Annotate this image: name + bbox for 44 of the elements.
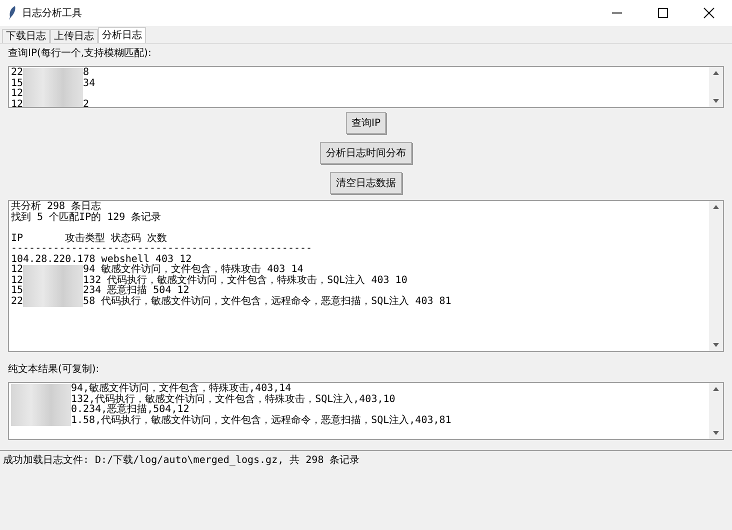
text-line: 12 (11, 100, 24, 107)
field-label: 纯文本结果(可复制): (7, 362, 100, 377)
action-button[interactable]: 分析日志时间分布 (320, 142, 412, 164)
action-button[interactable]: 查询IP (346, 112, 386, 134)
text-line: 12 (11, 265, 24, 276)
feather-icon (8, 6, 16, 20)
text-line: 132 代码执行，敏感文件访问，文件包含，特殊攻击，SQL注入 403 10 (83, 276, 408, 286)
text-line: 58 代码执行，敏感文件访问，文件包含，远程命令，恶意扫描，SQL注入 403 81 (83, 296, 452, 307)
text-line: 104.28.220.178 webshell 403 12 (11, 254, 192, 264)
tab[interactable]: 上传日志 (50, 29, 98, 43)
text-line: 1.58,代码执行，敏感文件访问，文件包含，远程命令，恶意扫描，SQL注入,403,81 (71, 416, 452, 426)
up-arrow-icon[interactable] (712, 385, 720, 393)
up-arrow-icon[interactable] (712, 69, 720, 77)
text-line: 15 (11, 286, 24, 296)
text-line: 8 (83, 68, 90, 78)
text-line: 132,代码执行，敏感文件访问，文件包含，特殊攻击，SQL注入,403,10 (71, 394, 396, 404)
results-text-area[interactable] (8, 200, 724, 352)
text-line: 12 (11, 276, 24, 286)
text-line: 12 (11, 89, 24, 100)
up-arrow-icon[interactable] (712, 203, 720, 211)
window-title: 日志分析工具 (22, 6, 82, 20)
text-line: 0.234,恶意扫描,504,12 (71, 405, 190, 415)
text-line: 共分析 298 条日志 (11, 202, 102, 212)
text-line: 2 (83, 100, 90, 107)
tab[interactable]: 下载日志 (2, 29, 50, 43)
down-arrow-icon[interactable] (712, 97, 720, 105)
text-line: 234 恶意扫描 504 12 (83, 286, 190, 296)
scrollbar[interactable] (709, 201, 723, 351)
text-line: 15 (11, 78, 24, 88)
text-line: 找到 5 个匹配IP的 129 条记录 (11, 212, 162, 223)
text-line: 94 敏感文件访问，文件包含，特殊攻击 403 14 (83, 265, 304, 275)
scrollbar[interactable] (709, 67, 723, 107)
tab[interactable]: 分析日志 (98, 27, 146, 43)
down-arrow-icon[interactable] (712, 341, 720, 349)
down-arrow-icon[interactable] (712, 429, 720, 437)
ip-input-field[interactable]: 22 8 15 34 12 12 2 (8, 66, 724, 108)
text-line: 22 (11, 296, 24, 307)
field-label: 查询IP(每行一个,支持模糊匹配): (7, 46, 152, 61)
text-line: 22 (11, 68, 24, 78)
text-line: 34 (83, 78, 96, 89)
text-line: -------------------------------------------------- (11, 244, 312, 254)
action-button[interactable]: 清空日志数据 (330, 172, 402, 194)
text-line: IP 攻击类型 状态码 次数 (11, 234, 168, 244)
scrollbar[interactable] (709, 383, 723, 439)
